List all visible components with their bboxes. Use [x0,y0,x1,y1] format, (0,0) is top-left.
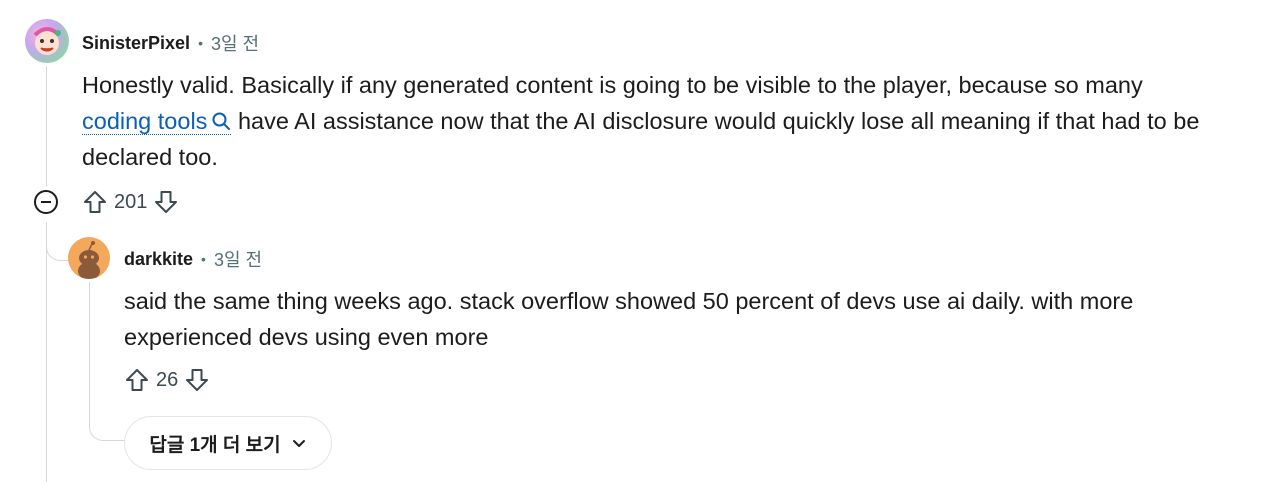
separator-dot: • [201,251,206,267]
vote-score: 201 [114,190,148,213]
reply-body-line: said the same thing weeks ago. stack ove… [124,288,1134,314]
comment-body-line: Honestly valid. Basically if any generat… [82,72,1143,98]
avatar-image [33,27,61,55]
chevron-down-icon [292,440,305,447]
reply-header: darkkite • 3일 전 [124,246,262,272]
search-link-label: coding tools [82,108,208,134]
downvote-icon[interactable] [184,367,210,393]
more-replies-label: 답글 1개 더 보기 [149,434,281,456]
reply-actions: 26 [124,367,210,393]
more-replies-button[interactable]: 답글 1개 더 보기 [124,416,332,470]
upvote-icon[interactable] [124,367,150,393]
avatar[interactable] [25,19,69,63]
vote-score: 26 [156,368,179,391]
search-link[interactable]: coding tools [82,108,232,135]
comment-header: SinisterPixel • 3일 전 [82,30,259,56]
comment-body: Honestly valid. Basically if any generat… [82,67,1199,175]
timestamp[interactable]: 3일 전 [211,30,259,56]
username[interactable]: SinisterPixel [82,33,190,54]
reply-thread-line[interactable] [89,282,90,414]
thread-connector [46,222,69,261]
comment-actions: 201 [82,189,179,215]
reply-body: said the same thing weeks ago. stack ove… [124,283,1133,355]
thread-line[interactable] [46,66,47,186]
reply-thread-connector [89,400,126,441]
search-icon [212,112,231,130]
reply-body-line: experienced devs using even more [124,324,489,350]
comment-body-text: have AI assistance now that the AI discl… [231,108,1200,134]
thread-line[interactable] [46,222,47,482]
timestamp[interactable]: 3일 전 [214,246,262,272]
comment-body-line: declared too. [82,144,218,170]
comment-body-line: coding tools have AI assistance now that… [82,103,1199,139]
upvote-icon[interactable] [82,189,108,215]
comment-thread: SinisterPixel • 3일 전 Honestly valid. Bas… [0,0,1274,482]
avatar-image [78,241,100,279]
separator-dot: • [198,35,203,51]
downvote-icon[interactable] [153,189,179,215]
avatar[interactable] [68,237,110,279]
username[interactable]: darkkite [124,249,193,270]
collapse-icon[interactable] [34,190,58,214]
